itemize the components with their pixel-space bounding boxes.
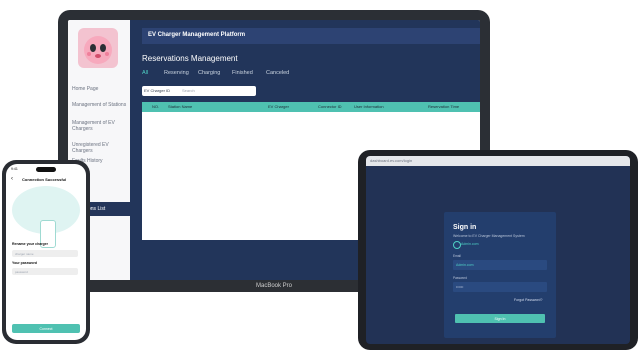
sidebar-item-stations[interactable]: Management of Stations (72, 102, 128, 108)
charger-name-placeholder: charger name (15, 251, 34, 256)
status-time: 9:41 (11, 167, 18, 171)
column-header: Connector ID (318, 104, 342, 109)
signin-button-label: Sign In (494, 316, 506, 321)
browser-bar: dashboard.ev.com/login (366, 156, 630, 166)
signin-card: Sign in Welcome to EV Charger Management… (444, 212, 556, 338)
phone-title: Connection Successful (22, 177, 67, 182)
password-label: Password (453, 276, 467, 280)
charger-illustration (12, 186, 80, 248)
column-header: User Information (354, 104, 384, 109)
password-field[interactable]: •••••• (453, 282, 547, 292)
account-name: Admin.com (461, 242, 479, 246)
app-title: EV Charger Management Platform (148, 32, 246, 38)
sidebar-active-label: ons List (88, 206, 106, 212)
column-header: Station Name (168, 104, 193, 109)
app-header: EV Charger Management Platform (142, 28, 480, 44)
email-field[interactable]: Admin.com (453, 260, 547, 270)
email-value: Admin.com (456, 263, 474, 267)
user-icon (453, 241, 461, 249)
welcome-text: Welcome to EV Charger Management System (453, 234, 525, 238)
sidebar-item-unregistered[interactable]: Unregistered EV Chargers (72, 142, 128, 154)
url-field[interactable]: dashboard.ev.com/login (370, 158, 412, 163)
connect-button[interactable]: Connect (12, 324, 80, 333)
charger-name-label: Rename your charger (12, 242, 48, 246)
tab-all[interactable]: All (142, 70, 148, 76)
laptop-brand: MacBook Pro (256, 283, 293, 289)
search-input[interactable]: Search (182, 88, 195, 93)
mascot-icon (84, 36, 112, 64)
charger-name-input[interactable]: charger name (12, 250, 78, 257)
table-header: NO. Station Name EV Charger Connector ID… (142, 102, 480, 112)
forgot-password-link[interactable]: Forgot Password? (514, 298, 542, 302)
password-label: Your password (12, 261, 38, 265)
column-header: NO. (152, 104, 160, 109)
tab-canceled[interactable]: Canceled (266, 70, 289, 76)
filter-field[interactable]: EV Charger ID (144, 88, 170, 93)
tab-reserving[interactable]: Reserving (164, 70, 189, 76)
tablet-screen: dashboard.ev.com/login Sign in Welcome t… (366, 156, 630, 344)
password-input[interactable]: password (12, 268, 78, 275)
filter-bar[interactable]: EV Charger ID Search (142, 86, 256, 96)
column-header: EV Charger (268, 104, 289, 109)
page-title: Reservations Management (142, 54, 238, 63)
tab-finished[interactable]: Finished (232, 70, 253, 76)
email-label: Email (453, 254, 461, 258)
tab-charging[interactable]: Charging (198, 70, 220, 76)
back-icon[interactable]: ‹ (11, 176, 13, 182)
phone-screen: 9:41 ‹ Connection Successful Rename your… (6, 164, 86, 340)
password-value: •••••• (456, 285, 464, 289)
sidebar-item-ev-chargers[interactable]: Management of EV Chargers (72, 120, 128, 132)
column-header: Reservation Time (428, 104, 460, 109)
sidebar-item-home[interactable]: Home Page (72, 86, 128, 92)
signin-button[interactable]: Sign In (455, 314, 545, 323)
phone-notch (36, 167, 56, 172)
app-logo (78, 28, 118, 68)
password-placeholder: password (15, 269, 28, 274)
signin-title: Sign in (453, 224, 477, 231)
connect-button-label: Connect (39, 326, 53, 331)
